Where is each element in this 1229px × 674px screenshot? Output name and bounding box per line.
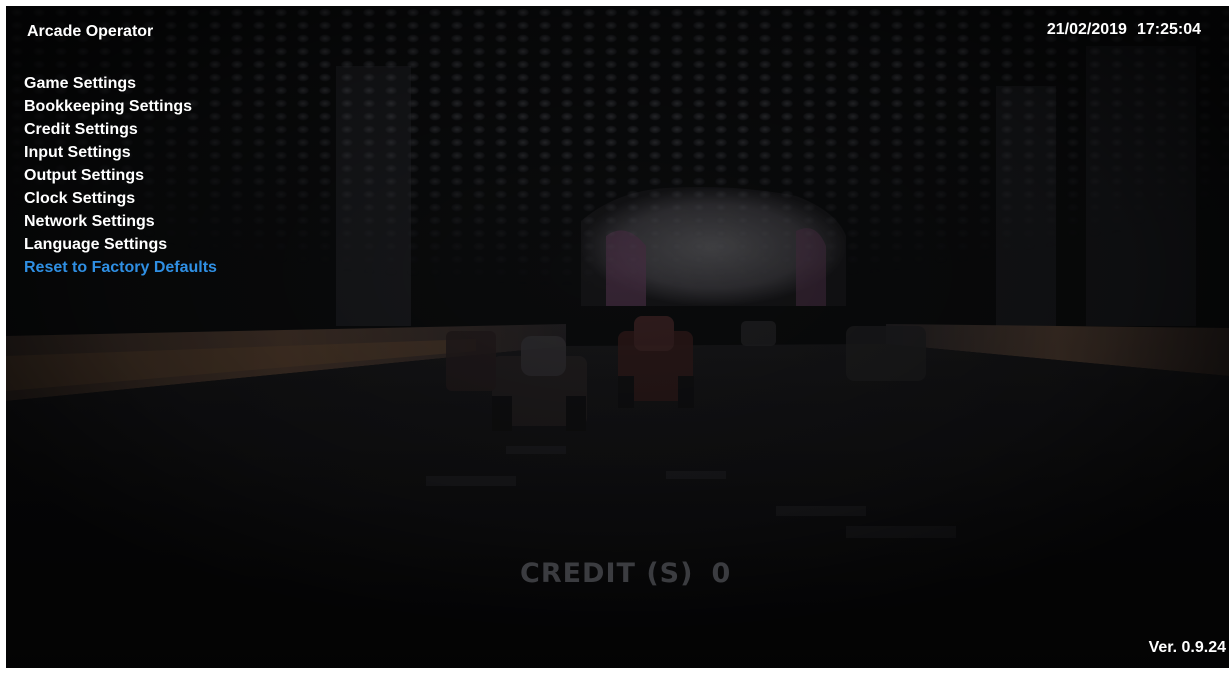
date-time-display: 21/02/2019 17:25:04: [1047, 21, 1201, 39]
version-label: Ver. 0.9.24: [1148, 639, 1226, 656]
menu-item-network-settings[interactable]: Network Settings: [24, 210, 217, 233]
menu-item-clock-settings[interactable]: Clock Settings: [24, 187, 217, 210]
app-title: Arcade Operator: [27, 23, 154, 40]
current-time: 17:25:04: [1136, 21, 1201, 38]
menu-item-game-settings[interactable]: Game Settings: [24, 72, 217, 95]
menu-item-language-settings[interactable]: Language Settings: [24, 233, 217, 256]
operator-settings-menu: Game Settings Bookkeeping Settings Credi…: [24, 72, 217, 279]
operator-screen: Arcade Operator 21/02/2019 17:25:04 Game …: [6, 6, 1229, 668]
menu-item-credit-settings[interactable]: Credit Settings: [24, 118, 217, 141]
menu-item-bookkeeping-settings[interactable]: Bookkeeping Settings: [24, 95, 217, 118]
menu-item-input-settings[interactable]: Input Settings: [24, 141, 217, 164]
menu-item-output-settings[interactable]: Output Settings: [24, 164, 217, 187]
current-date: 21/02/2019: [1046, 21, 1127, 38]
credit-label: CREDIT (S): [520, 558, 694, 589]
credit-counter: CREDIT (S) 0: [520, 558, 731, 589]
credit-value: 0: [711, 558, 732, 589]
menu-item-reset-factory-defaults[interactable]: Reset to Factory Defaults: [24, 256, 217, 279]
